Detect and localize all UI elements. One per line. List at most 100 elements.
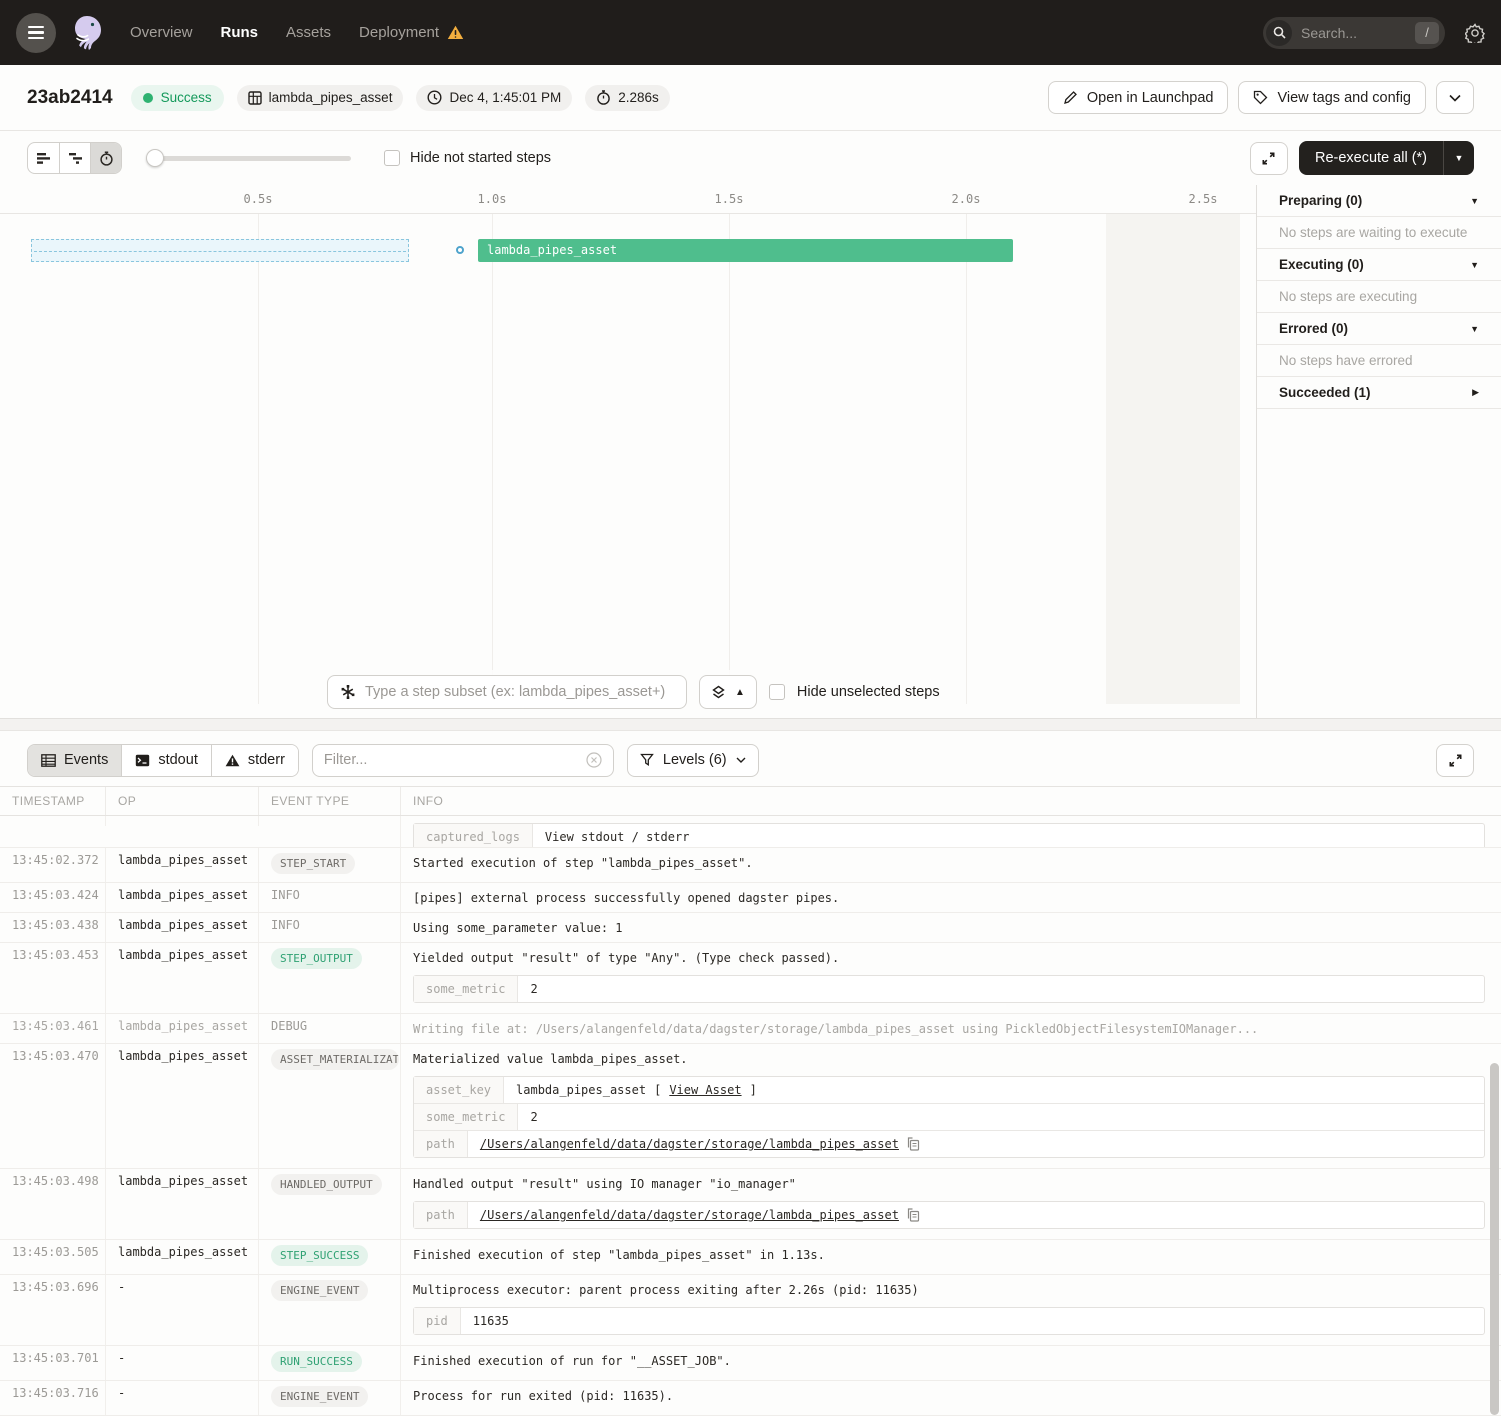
op-cell: [105, 816, 258, 826]
table-row[interactable]: 13:45:03.696-ENGINE_EVENTMultiprocess ex…: [0, 1275, 1501, 1346]
timestamp-cell: 13:45:03.696: [0, 1275, 105, 1345]
sidebar-section-title: Preparing (0): [1279, 193, 1470, 208]
job-chip[interactable]: lambda_pipes_asset: [237, 85, 404, 111]
table-row[interactable]: 13:45:03.505lambda_pipes_assetSTEP_SUCCE…: [0, 1240, 1501, 1275]
gantt-chart[interactable]: 0.5s1.0s1.5s2.0s2.5s lambda_pipes_asset …: [0, 185, 1256, 718]
sidebar-section-header[interactable]: Succeeded (1)▶: [1257, 377, 1501, 409]
tab-stdout[interactable]: stdout: [121, 745, 211, 776]
sidebar-section-header[interactable]: Preparing (0)▼: [1257, 185, 1501, 217]
zoom-slider[interactable]: [146, 149, 351, 167]
hide-not-started-label: Hide not started steps: [410, 150, 551, 166]
zoom-slider-knob[interactable]: [146, 149, 164, 167]
metadata-row: some_metric2: [414, 1103, 1484, 1130]
reexecute-dropdown-button[interactable]: ▼: [1444, 153, 1474, 163]
event-type-cell: DEBUG: [258, 1014, 400, 1043]
info-cell: Handled output "result" using IO manager…: [400, 1169, 1501, 1239]
sidebar-section-header[interactable]: Executing (0)▼: [1257, 249, 1501, 281]
step-subset-input[interactable]: Type a step subset (ex: lambda_pipes_ass…: [327, 675, 687, 709]
tab-stderr[interactable]: stderr: [211, 745, 298, 776]
gantt-axis-tick: 2.5s: [1189, 192, 1218, 206]
search-placeholder: Search...: [1301, 25, 1415, 41]
log-filter-input[interactable]: Filter...: [312, 744, 614, 777]
gantt-fullscreen-button[interactable]: [1250, 142, 1288, 175]
nav-item-assets[interactable]: Assets: [286, 24, 331, 41]
dagster-logo[interactable]: [66, 12, 108, 54]
event-type-cell: STEP_OUTPUT: [258, 943, 400, 1013]
metadata-table: pid11635: [413, 1307, 1485, 1335]
zoom-slider-track[interactable]: [146, 156, 351, 161]
log-tabs: Events stdout stderr: [27, 744, 299, 777]
table-row[interactable]: 13:45:03.701-RUN_SUCCESSFinished executi…: [0, 1346, 1501, 1381]
panel-divider[interactable]: [0, 719, 1501, 731]
info-text: [pipes] external process successfully op…: [413, 888, 1485, 907]
table-row[interactable]: 13:45:03.424lambda_pipes_assetINFO[pipes…: [0, 883, 1501, 913]
chevron-down-icon: [736, 757, 746, 763]
job-grid-icon: [248, 91, 262, 105]
run-header: 23ab2414 Success lambda_pipes_asset Dec …: [0, 65, 1501, 131]
levels-dropdown[interactable]: Levels (6): [627, 744, 759, 777]
table-row[interactable]: 13:45:03.470lambda_pipes_assetASSET_MATE…: [0, 1044, 1501, 1169]
timestamp-cell: 13:45:03.470: [0, 1044, 105, 1168]
copy-icon[interactable]: [907, 1137, 920, 1151]
copy-icon[interactable]: [907, 1208, 920, 1222]
run-actions-chevron-button[interactable]: [1436, 81, 1474, 114]
hide-not-started-checkbox[interactable]: [384, 150, 400, 166]
subset-apply-button[interactable]: ▲: [699, 675, 757, 709]
event-type-cell: RUN_SUCCESS: [258, 1346, 400, 1380]
search-input[interactable]: Search... /: [1263, 17, 1445, 49]
hide-unselected-checkbox[interactable]: [769, 684, 785, 700]
gantt-step-marker[interactable]: [456, 246, 464, 254]
events-table-header: TIMESTAMPOPEVENT TYPEINFO: [0, 786, 1501, 816]
events-table-body: captured_logsView stdout / stderr13:45:0…: [0, 816, 1501, 1416]
reexecute-all-button[interactable]: Re-execute all (*): [1299, 150, 1443, 166]
path-link[interactable]: /Users/alangenfeld/data/dagster/storage/…: [480, 1137, 899, 1151]
view-mode-flat-icon[interactable]: [28, 143, 59, 173]
metadata-value: /Users/alangenfeld/data/dagster/storage/…: [468, 1131, 1484, 1157]
view-tags-config-button[interactable]: View tags and config: [1238, 81, 1426, 114]
nav-item-runs[interactable]: Runs: [221, 24, 259, 41]
table-row[interactable]: 13:45:03.453lambda_pipes_assetSTEP_OUTPU…: [0, 943, 1501, 1014]
view-mode-timed-icon[interactable]: [90, 143, 121, 173]
op-cell: -: [105, 1275, 258, 1345]
duration-chip: 2.286s: [585, 85, 670, 111]
info-cell: Started execution of step "lambda_pipes_…: [400, 848, 1501, 882]
gantt-view-mode-group: [27, 142, 122, 174]
event-type-badge: STEP_OUTPUT: [271, 948, 362, 969]
table-row[interactable]: 13:45:03.461lambda_pipes_assetDEBUGWriti…: [0, 1014, 1501, 1044]
view-asset-link[interactable]: View Asset: [669, 1083, 741, 1097]
sidebar-empty-text: No steps have errored: [1257, 345, 1501, 377]
hamburger-menu-icon[interactable]: [16, 13, 56, 53]
tab-events[interactable]: Events: [28, 745, 121, 776]
table-row[interactable]: 13:45:03.438lambda_pipes_assetINFOUsing …: [0, 913, 1501, 943]
gantt-gridline: [966, 214, 967, 704]
path-link[interactable]: /Users/alangenfeld/data/dagster/storage/…: [480, 1208, 899, 1222]
hide-unselected-label: Hide unselected steps: [797, 684, 940, 700]
gantt-step-bar[interactable]: lambda_pipes_asset: [478, 239, 1013, 262]
gantt-axis-tick: 1.5s: [715, 192, 744, 206]
table-row[interactable]: captured_logsView stdout / stderr: [0, 816, 1501, 848]
timestamp-cell: 13:45:03.498: [0, 1169, 105, 1239]
gantt-axis-tick: 2.0s: [952, 192, 981, 206]
metadata-row: captured_logsView stdout / stderr: [414, 824, 1484, 848]
metadata-key: captured_logs: [414, 824, 533, 848]
view-mode-waterfall-icon[interactable]: [59, 143, 90, 173]
clear-filter-icon[interactable]: [586, 752, 602, 768]
events-scrollbar[interactable]: [1490, 1063, 1499, 1415]
table-row[interactable]: 13:45:03.498lambda_pipes_assetHANDLED_OU…: [0, 1169, 1501, 1240]
pencil-icon: [1063, 90, 1078, 105]
settings-gear-icon[interactable]: [1465, 23, 1485, 43]
gantt-after-run-end-region: [1106, 214, 1240, 704]
events-fullscreen-button[interactable]: [1436, 744, 1474, 777]
table-row[interactable]: 13:45:02.372lambda_pipes_assetSTEP_START…: [0, 848, 1501, 883]
layers-icon: [711, 685, 726, 700]
nav-item-deployment[interactable]: Deployment: [359, 24, 464, 41]
metadata-table: some_metric2: [413, 975, 1485, 1003]
info-text: Finished execution of step "lambda_pipes…: [413, 1245, 1485, 1264]
event-type-badge: ENGINE_EVENT: [271, 1386, 368, 1407]
open-launchpad-button[interactable]: Open in Launchpad: [1048, 81, 1229, 114]
sidebar-section-header[interactable]: Errored (0)▼: [1257, 313, 1501, 345]
table-row[interactable]: 13:45:03.716-ENGINE_EVENTProcess for run…: [0, 1381, 1501, 1416]
nav-item-overview[interactable]: Overview: [130, 24, 193, 41]
info-text: Started execution of step "lambda_pipes_…: [413, 853, 1485, 872]
start-time-chip: Dec 4, 1:45:01 PM: [416, 85, 572, 111]
